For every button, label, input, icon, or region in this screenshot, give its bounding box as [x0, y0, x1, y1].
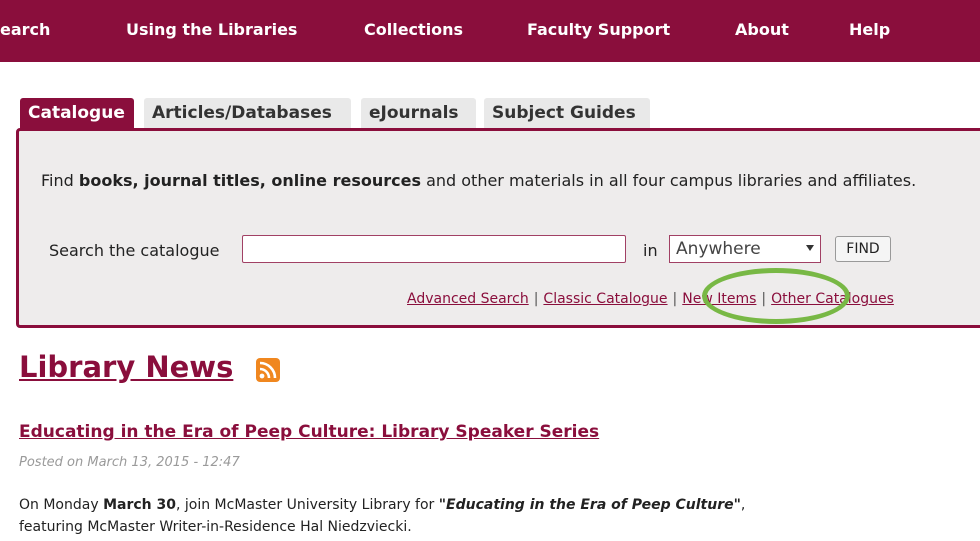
link-separator: | — [761, 291, 767, 307]
nav-using-the-libraries[interactable]: Using the Libraries — [126, 20, 297, 39]
catalogue-links: Advanced Search | Classic Catalogue | New It… — [407, 291, 894, 307]
classic-catalogue-link[interactable]: Classic Catalogue — [543, 291, 667, 307]
nav-collections[interactable]: Collections — [364, 20, 463, 39]
body-text: , — [740, 497, 746, 513]
tab-subject-guides[interactable]: Subject Guides — [484, 98, 650, 128]
description-bold: books, journal titles, online resources — [78, 171, 421, 190]
catalogue-search-panel: Find books, journal titles, online resou… — [16, 128, 980, 328]
chevron-down-icon — [806, 245, 814, 251]
library-news-heading[interactable]: Library News — [19, 350, 233, 384]
body-text: featuring McMaster Writer-in-Residence H… — [19, 519, 412, 535]
search-description: Find books, journal titles, online resou… — [41, 169, 961, 193]
link-separator: | — [533, 291, 539, 307]
nav-search[interactable]: earch — [0, 20, 50, 39]
news-post-body: On Monday March 30, join McMaster Univer… — [19, 494, 969, 538]
nav-faculty-support[interactable]: Faculty Support — [527, 20, 670, 39]
news-post-title-link[interactable]: Educating in the Era of Peep Culture: Li… — [19, 422, 599, 442]
tab-ejournals[interactable]: eJournals — [361, 98, 476, 128]
in-label: in — [643, 241, 658, 260]
body-event-title: "Educating in the Era of Peep Culture" — [438, 497, 741, 513]
description-suffix: and other materials in all four campus l… — [420, 171, 917, 190]
tab-catalogue[interactable]: Catalogue — [20, 98, 134, 128]
body-text: , join McMaster University Library for — [175, 497, 439, 513]
new-items-link[interactable]: New Items — [682, 291, 756, 307]
find-button[interactable]: FIND — [835, 236, 891, 262]
nav-help[interactable]: Help — [849, 20, 890, 39]
body-date-bold: March 30 — [103, 497, 176, 513]
catalogue-search-input[interactable] — [242, 235, 626, 263]
link-separator: | — [672, 291, 678, 307]
description-prefix: Find — [41, 171, 79, 190]
advanced-search-link[interactable]: Advanced Search — [407, 291, 529, 307]
news-post-date: Posted on March 13, 2015 - 12:47 — [19, 455, 240, 470]
rss-feed-icon[interactable] — [256, 358, 280, 382]
other-catalogues-link[interactable]: Other Catalogues — [771, 291, 894, 307]
scope-selected-value: Anywhere — [676, 239, 761, 259]
nav-about[interactable]: About — [735, 20, 789, 39]
search-label: Search the catalogue — [49, 241, 220, 260]
body-text: On Monday — [19, 497, 104, 513]
top-navigation-bar: earch Using the Libraries Collections Fa… — [0, 0, 980, 62]
scope-select[interactable]: Anywhere — [669, 235, 821, 263]
tab-articles-databases[interactable]: Articles/Databases — [144, 98, 351, 128]
rss-icon-graphic — [259, 361, 277, 379]
